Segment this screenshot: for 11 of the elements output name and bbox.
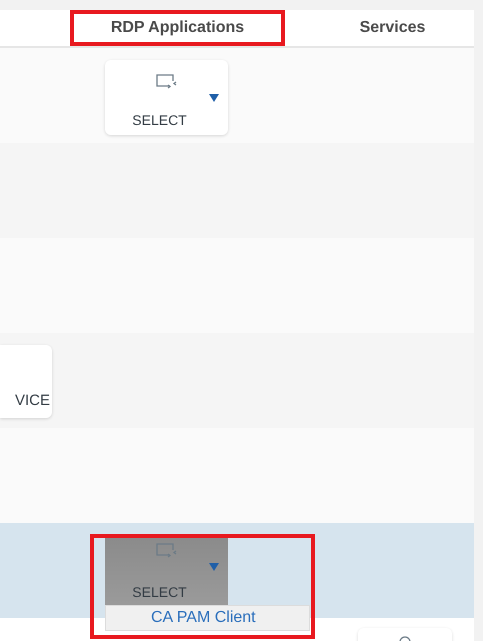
column-header[interactable]: RDP Applications (70, 10, 285, 46)
column-header[interactable]: Services (360, 10, 426, 46)
caret-icon (209, 94, 219, 102)
table-row[interactable] (0, 428, 474, 523)
table-row[interactable]: VICE (0, 333, 474, 428)
device-button[interactable]: VICE (0, 345, 52, 418)
select-button[interactable]: SELECT (105, 535, 228, 605)
table-row[interactable]: SELECT (0, 48, 474, 143)
caret-icon (209, 563, 219, 571)
select-button[interactable]: SELECT (105, 60, 228, 135)
menu-item[interactable]: CA PAM Client (106, 606, 309, 630)
